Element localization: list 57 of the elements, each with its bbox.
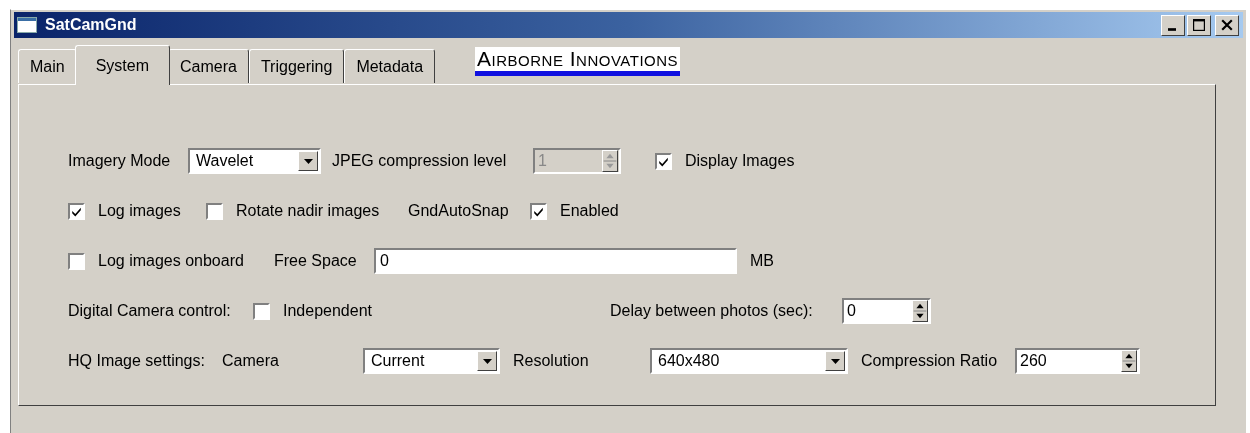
checkmark-icon xyxy=(533,205,544,217)
checkbox[interactable] xyxy=(206,202,223,220)
spin-buttons[interactable] xyxy=(1121,350,1137,372)
field-label: Compression Ratio xyxy=(861,352,999,370)
dropdown-button[interactable] xyxy=(477,351,497,371)
maximize-button[interactable] xyxy=(1187,14,1211,36)
dropdown[interactable]: Wavelet xyxy=(188,148,321,174)
checkbox-label[interactable]: Log images onboard xyxy=(98,252,244,270)
checkbox[interactable] xyxy=(68,202,85,220)
tab[interactable]: Triggering xyxy=(248,49,345,83)
field-label: JPEG compression level xyxy=(332,152,508,170)
checkmark-icon xyxy=(71,205,82,217)
maximize-icon xyxy=(1193,19,1205,31)
checkbox-label[interactable]: Enabled xyxy=(560,202,619,220)
window-icon xyxy=(17,17,37,33)
field-label: Imagery Mode xyxy=(68,152,172,170)
close-icon xyxy=(1221,19,1233,31)
checkmark-icon xyxy=(658,155,669,167)
checkbox-label[interactable]: Display Images xyxy=(685,152,795,170)
checkbox[interactable] xyxy=(530,202,547,220)
checkbox[interactable] xyxy=(68,252,85,270)
field-label: GndAutoSnap xyxy=(408,202,510,220)
field-label: Delay between photos (sec): xyxy=(610,302,814,320)
close-button[interactable] xyxy=(1215,14,1239,36)
up-down-arrows-icon xyxy=(1122,351,1136,371)
checkbox-label[interactable]: Log images xyxy=(98,202,181,220)
field-label: Resolution xyxy=(513,352,590,370)
up-down-arrows-icon xyxy=(603,151,617,171)
dropdown[interactable]: Current xyxy=(363,348,500,374)
field-label: Digital Camera control: xyxy=(68,302,232,320)
dropdown-button[interactable] xyxy=(298,151,318,171)
spin-box[interactable]: 0 xyxy=(842,298,931,324)
window-title: SatCamGnd xyxy=(45,16,137,34)
checkbox[interactable] xyxy=(253,302,270,320)
up-down-arrows-icon xyxy=(913,301,927,321)
checkbox[interactable] xyxy=(655,152,672,170)
caret-icon xyxy=(830,358,840,364)
input-field[interactable]: 0 xyxy=(374,248,737,274)
company-logo: Airborne Innovations xyxy=(475,47,681,76)
tab[interactable]: Camera xyxy=(168,49,249,83)
caret-icon xyxy=(303,158,313,164)
spin-buttons[interactable] xyxy=(912,300,928,322)
tab[interactable]: Metadata xyxy=(344,49,436,83)
minimize-icon xyxy=(1167,27,1176,31)
field-label: MB xyxy=(750,252,774,270)
caret-icon xyxy=(482,358,492,364)
tab[interactable]: Main xyxy=(18,49,77,83)
dropdown-button[interactable] xyxy=(825,351,845,371)
spin-box[interactable]: 260 xyxy=(1015,348,1140,374)
minimize-button[interactable] xyxy=(1161,14,1185,36)
tab[interactable]: System xyxy=(74,45,171,85)
field-label: HQ Image settings: xyxy=(68,352,206,370)
field-label: Camera xyxy=(222,352,280,370)
field-label: Free Space xyxy=(274,252,358,270)
dropdown[interactable]: 640x480 xyxy=(650,348,848,374)
checkbox-label[interactable]: Rotate nadir images xyxy=(236,202,380,220)
checkbox-label[interactable]: Independent xyxy=(283,302,372,320)
